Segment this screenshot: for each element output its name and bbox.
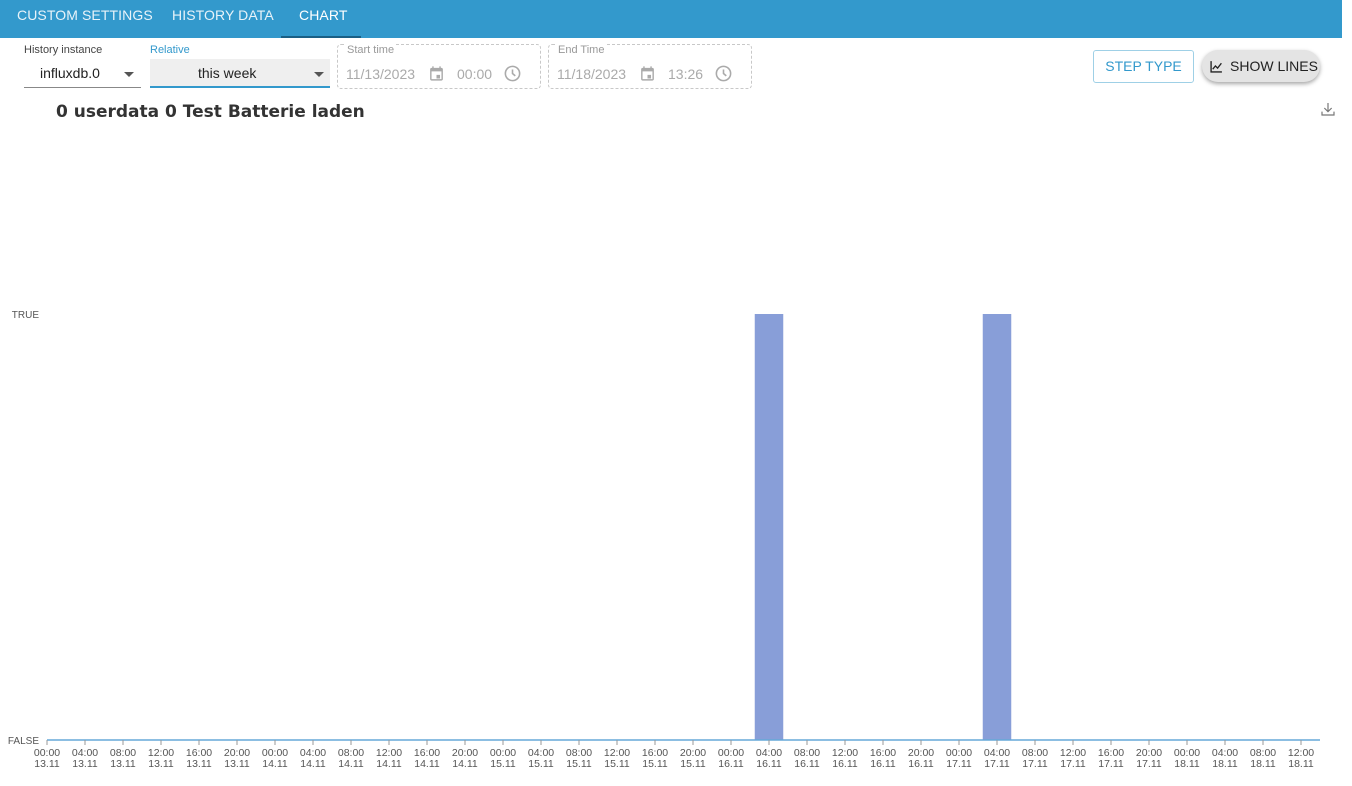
x-tick-label-date: 16.11 (832, 758, 858, 770)
y-tick-label-false: FALSE (8, 736, 39, 747)
y-tick-label-true: TRUE (12, 310, 40, 321)
x-tick-label-date: 17.11 (1060, 758, 1086, 770)
x-tick-label-date: 15.11 (642, 758, 668, 770)
x-tick-label-date: 13.11 (148, 758, 174, 770)
x-tick-label-date: 17.11 (946, 758, 972, 770)
x-tick-label-date: 13.11 (110, 758, 136, 770)
x-tick-label-date: 14.11 (376, 758, 402, 770)
x-tick-label-date: 13.11 (224, 758, 250, 770)
x-tick-label-date: 16.11 (718, 758, 744, 770)
x-tick-label-date: 17.11 (984, 758, 1010, 770)
x-tick-label-date: 15.11 (566, 758, 592, 770)
x-tick-label-date: 14.11 (300, 758, 326, 770)
bar-0 (754, 314, 784, 740)
x-tick-label-date: 16.11 (794, 758, 820, 770)
x-tick-label-date: 15.11 (490, 758, 516, 770)
x-tick-label-date: 13.11 (72, 758, 98, 770)
x-tick-label-date: 18.11 (1288, 758, 1314, 770)
bar-1 (982, 314, 1012, 740)
x-tick-label-date: 14.11 (338, 758, 364, 770)
x-tick-label-date: 14.11 (414, 758, 440, 770)
x-tick-label-date: 17.11 (1098, 758, 1124, 770)
x-tick-label-date: 17.11 (1136, 758, 1162, 770)
x-tick-label-date: 14.11 (262, 758, 288, 770)
x-tick-label-date: 18.11 (1250, 758, 1276, 770)
x-tick-label-date: 15.11 (680, 758, 706, 770)
x-tick-label-date: 16.11 (908, 758, 934, 770)
x-tick-label-date: 18.11 (1174, 758, 1200, 770)
x-tick-label-date: 17.11 (1022, 758, 1048, 770)
x-tick-label-date: 13.11 (34, 758, 60, 770)
x-tick-label-date: 18.11 (1212, 758, 1238, 770)
chart: FALSETRUE00:0013.1104:0013.1108:0013.111… (8, 310, 1320, 770)
x-tick-label-date: 15.11 (528, 758, 554, 770)
x-tick-label-date: 16.11 (870, 758, 896, 770)
x-tick-label-date: 13.11 (186, 758, 212, 770)
x-tick-label-date: 14.11 (452, 758, 478, 770)
x-tick-label-date: 16.11 (756, 758, 782, 770)
x-tick-label-date: 15.11 (604, 758, 630, 770)
